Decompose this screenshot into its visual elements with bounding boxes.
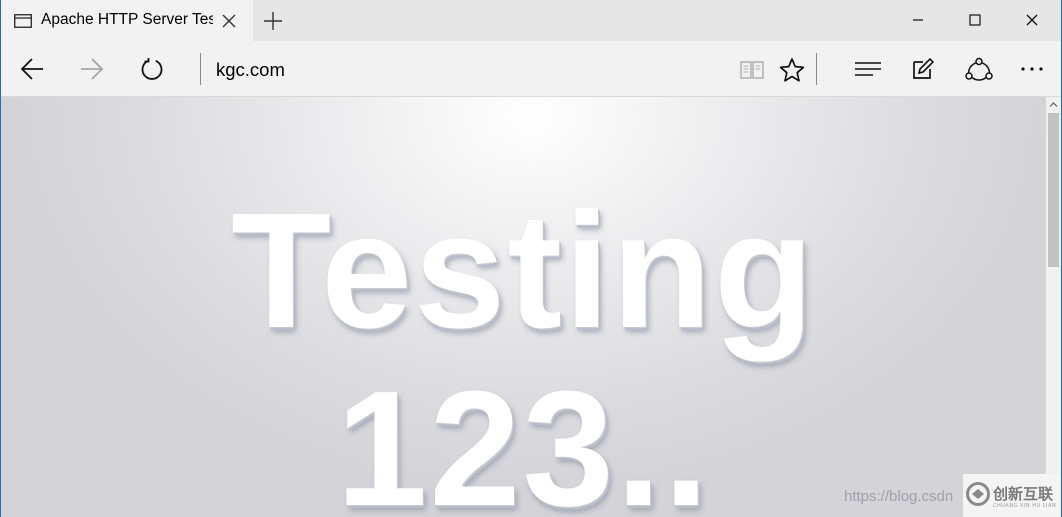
maximize-button[interactable]: [947, 0, 1004, 41]
toolbar-separator: [816, 53, 817, 85]
page-viewport: Testing 123..: [1, 97, 1046, 517]
logo-mark-icon: [966, 482, 990, 506]
browser-window: Apache HTTP Server Tes kgc.com Testing 1…: [0, 0, 1062, 517]
forward-button[interactable]: [75, 53, 109, 85]
vertical-scrollbar[interactable]: [1046, 97, 1061, 517]
favorite-star-icon: [779, 58, 805, 82]
maximize-icon: [969, 14, 981, 26]
reading-view-button[interactable]: [734, 53, 768, 85]
hub-icon: [855, 62, 881, 76]
web-note-button[interactable]: [905, 53, 939, 85]
watermark-logo: 创新互联 CHUANG XIN HU LIAN: [963, 474, 1061, 517]
minimize-icon: [913, 19, 923, 21]
hub-button[interactable]: [849, 53, 883, 85]
watermark-url: https://blog.csdn: [844, 488, 954, 505]
scroll-thumb[interactable]: [1048, 113, 1059, 267]
watermark-logo-text: 创新互联: [993, 485, 1054, 503]
page-icon: [14, 13, 32, 28]
headline-line-1: Testing: [231, 179, 816, 362]
refresh-icon: [141, 58, 163, 80]
address-separator: [200, 53, 201, 85]
close-window-button[interactable]: [1004, 0, 1061, 41]
reading-view-icon: [740, 61, 764, 79]
minimize-button[interactable]: [890, 0, 947, 41]
back-button[interactable]: [15, 53, 49, 85]
close-tab-icon[interactable]: [220, 12, 238, 30]
new-tab-plus-icon[interactable]: [260, 8, 286, 34]
back-arrow-icon: [20, 58, 43, 80]
more-button[interactable]: [1015, 53, 1049, 85]
share-icon: [965, 57, 993, 81]
navigation-bar: [1, 41, 1061, 97]
forward-arrow-icon: [81, 58, 104, 80]
tab-strip: Apache HTTP Server Tes: [1, 0, 1061, 41]
refresh-button[interactable]: [135, 53, 169, 85]
close-icon: [1026, 14, 1038, 26]
scroll-up-arrow-icon[interactable]: [1046, 97, 1061, 112]
address-bar-input[interactable]: [216, 58, 716, 82]
web-note-icon: [913, 57, 935, 79]
share-button[interactable]: [960, 53, 994, 85]
more-icon: [1021, 67, 1043, 71]
favorite-button[interactable]: [774, 53, 808, 85]
watermark-logo-subtext: CHUANG XIN HU LIAN: [993, 503, 1057, 509]
tab-title: Apache HTTP Server Tes: [41, 11, 213, 28]
tab-apache-test[interactable]: Apache HTTP Server Tes: [1, 0, 253, 41]
